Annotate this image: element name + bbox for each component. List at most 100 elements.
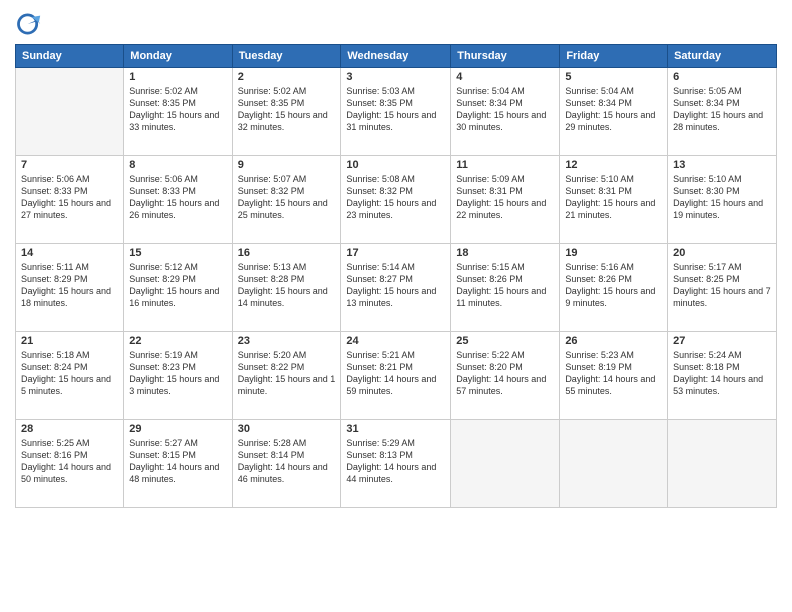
calendar-day-cell: 4 Sunrise: 5:04 AMSunset: 8:34 PMDaylight… xyxy=(451,68,560,156)
day-number: 10 xyxy=(346,159,445,171)
day-info: Sunrise: 5:23 AMSunset: 8:19 PMDaylight:… xyxy=(565,349,662,398)
day-info: Sunrise: 5:05 AMSunset: 8:34 PMDaylight:… xyxy=(673,85,771,134)
day-info: Sunrise: 5:08 AMSunset: 8:32 PMDaylight:… xyxy=(346,173,445,222)
day-number: 13 xyxy=(673,159,771,171)
calendar-day-cell xyxy=(668,420,777,508)
calendar-day-cell: 20 Sunrise: 5:17 AMSunset: 8:25 PMDayligh… xyxy=(668,244,777,332)
day-number: 16 xyxy=(238,247,336,259)
page: SundayMondayTuesdayWednesdayThursdayFrid… xyxy=(0,0,792,612)
day-number: 21 xyxy=(21,335,118,347)
day-number: 7 xyxy=(21,159,118,171)
day-info: Sunrise: 5:13 AMSunset: 8:28 PMDaylight:… xyxy=(238,261,336,310)
day-info: Sunrise: 5:06 AMSunset: 8:33 PMDaylight:… xyxy=(21,173,118,222)
calendar-day-cell xyxy=(451,420,560,508)
weekday-header: Friday xyxy=(560,45,668,68)
calendar-week-row: 21 Sunrise: 5:18 AMSunset: 8:24 PMDayligh… xyxy=(16,332,777,420)
day-info: Sunrise: 5:02 AMSunset: 8:35 PMDaylight:… xyxy=(238,85,336,134)
day-info: Sunrise: 5:21 AMSunset: 8:21 PMDaylight:… xyxy=(346,349,445,398)
day-info: Sunrise: 5:14 AMSunset: 8:27 PMDaylight:… xyxy=(346,261,445,310)
day-info: Sunrise: 5:27 AMSunset: 8:15 PMDaylight:… xyxy=(129,437,226,486)
calendar-week-row: 28Sunrise: 5:25 AMSunset: 8:16 PMDayligh… xyxy=(16,420,777,508)
day-info: Sunrise: 5:12 AMSunset: 8:29 PMDaylight:… xyxy=(129,261,226,310)
day-number: 29 xyxy=(129,423,226,435)
day-info: Sunrise: 5:02 AMSunset: 8:35 PMDaylight:… xyxy=(129,85,226,134)
day-number: 1 xyxy=(129,71,226,83)
day-info: Sunrise: 5:22 AMSunset: 8:20 PMDaylight:… xyxy=(456,349,554,398)
calendar-day-cell: 18Sunrise: 5:15 AMSunset: 8:26 PMDayligh… xyxy=(451,244,560,332)
day-number: 17 xyxy=(346,247,445,259)
day-number: 14 xyxy=(21,247,118,259)
calendar-day-cell: 29 Sunrise: 5:27 AMSunset: 8:15 PMDayligh… xyxy=(124,420,232,508)
day-number: 23 xyxy=(238,335,336,347)
calendar-day-cell: 7 Sunrise: 5:06 AMSunset: 8:33 PMDaylight… xyxy=(16,156,124,244)
calendar-day-cell: 19 Sunrise: 5:16 AMSunset: 8:26 PMDayligh… xyxy=(560,244,668,332)
calendar-day-cell: 21 Sunrise: 5:18 AMSunset: 8:24 PMDayligh… xyxy=(16,332,124,420)
day-number: 6 xyxy=(673,71,771,83)
calendar-day-cell: 23 Sunrise: 5:20 AMSunset: 8:22 PMDayligh… xyxy=(232,332,341,420)
calendar-day-cell: 15 Sunrise: 5:12 AMSunset: 8:29 PMDayligh… xyxy=(124,244,232,332)
day-number: 25 xyxy=(456,335,554,347)
day-number: 12 xyxy=(565,159,662,171)
day-info: Sunrise: 5:16 AMSunset: 8:26 PMDaylight:… xyxy=(565,261,662,310)
day-info: Sunrise: 5:25 AMSunset: 8:16 PMDaylight:… xyxy=(21,437,118,486)
calendar-day-cell: 12Sunrise: 5:10 AMSunset: 8:31 PMDayligh… xyxy=(560,156,668,244)
day-number: 27 xyxy=(673,335,771,347)
calendar-day-cell: 24 Sunrise: 5:21 AMSunset: 8:21 PMDayligh… xyxy=(341,332,451,420)
day-number: 30 xyxy=(238,423,336,435)
day-info: Sunrise: 5:06 AMSunset: 8:33 PMDaylight:… xyxy=(129,173,226,222)
calendar-day-cell: 9 Sunrise: 5:07 AMSunset: 8:32 PMDaylight… xyxy=(232,156,341,244)
calendar-day-cell: 26 Sunrise: 5:23 AMSunset: 8:19 PMDayligh… xyxy=(560,332,668,420)
day-number: 8 xyxy=(129,159,226,171)
calendar-day-cell: 30Sunrise: 5:28 AMSunset: 8:14 PMDayligh… xyxy=(232,420,341,508)
calendar-day-cell: 27Sunrise: 5:24 AMSunset: 8:18 PMDayligh… xyxy=(668,332,777,420)
day-info: Sunrise: 5:03 AMSunset: 8:35 PMDaylight:… xyxy=(346,85,445,134)
calendar-day-cell xyxy=(16,68,124,156)
calendar-day-cell: 1 Sunrise: 5:02 AMSunset: 8:35 PMDaylight… xyxy=(124,68,232,156)
calendar-day-cell: 8 Sunrise: 5:06 AMSunset: 8:33 PMDaylight… xyxy=(124,156,232,244)
calendar-day-cell: 31 Sunrise: 5:29 AMSunset: 8:13 PMDayligh… xyxy=(341,420,451,508)
calendar-day-cell: 17 Sunrise: 5:14 AMSunset: 8:27 PMDayligh… xyxy=(341,244,451,332)
header xyxy=(15,10,777,38)
calendar-day-cell: 14Sunrise: 5:11 AMSunset: 8:29 PMDayligh… xyxy=(16,244,124,332)
calendar-week-row: 7 Sunrise: 5:06 AMSunset: 8:33 PMDaylight… xyxy=(16,156,777,244)
calendar-day-cell: 5 Sunrise: 5:04 AMSunset: 8:34 PMDaylight… xyxy=(560,68,668,156)
day-number: 31 xyxy=(346,423,445,435)
day-info: Sunrise: 5:19 AMSunset: 8:23 PMDaylight:… xyxy=(129,349,226,398)
day-info: Sunrise: 5:17 AMSunset: 8:25 PMDaylight:… xyxy=(673,261,771,310)
logo xyxy=(15,10,47,38)
day-number: 20 xyxy=(673,247,771,259)
weekday-header: Saturday xyxy=(668,45,777,68)
weekday-header: Thursday xyxy=(451,45,560,68)
day-number: 22 xyxy=(129,335,226,347)
weekday-header: Tuesday xyxy=(232,45,341,68)
calendar: SundayMondayTuesdayWednesdayThursdayFrid… xyxy=(15,44,777,508)
day-info: Sunrise: 5:04 AMSunset: 8:34 PMDaylight:… xyxy=(456,85,554,134)
day-info: Sunrise: 5:07 AMSunset: 8:32 PMDaylight:… xyxy=(238,173,336,222)
day-info: Sunrise: 5:04 AMSunset: 8:34 PMDaylight:… xyxy=(565,85,662,134)
weekday-header: Monday xyxy=(124,45,232,68)
day-number: 5 xyxy=(565,71,662,83)
calendar-day-cell xyxy=(560,420,668,508)
day-number: 9 xyxy=(238,159,336,171)
day-info: Sunrise: 5:20 AMSunset: 8:22 PMDaylight:… xyxy=(238,349,336,398)
calendar-week-row: 1 Sunrise: 5:02 AMSunset: 8:35 PMDaylight… xyxy=(16,68,777,156)
day-info: Sunrise: 5:10 AMSunset: 8:30 PMDaylight:… xyxy=(673,173,771,222)
calendar-day-cell: 3Sunrise: 5:03 AMSunset: 8:35 PMDaylight… xyxy=(341,68,451,156)
calendar-body: 1 Sunrise: 5:02 AMSunset: 8:35 PMDaylight… xyxy=(16,68,777,508)
day-number: 11 xyxy=(456,159,554,171)
day-number: 4 xyxy=(456,71,554,83)
day-number: 26 xyxy=(565,335,662,347)
day-number: 15 xyxy=(129,247,226,259)
calendar-header: SundayMondayTuesdayWednesdayThursdayFrid… xyxy=(16,45,777,68)
calendar-day-cell: 11Sunrise: 5:09 AMSunset: 8:31 PMDayligh… xyxy=(451,156,560,244)
calendar-day-cell: 2 Sunrise: 5:02 AMSunset: 8:35 PMDaylight… xyxy=(232,68,341,156)
day-info: Sunrise: 5:15 AMSunset: 8:26 PMDaylight:… xyxy=(456,261,554,310)
calendar-day-cell: 28Sunrise: 5:25 AMSunset: 8:16 PMDayligh… xyxy=(16,420,124,508)
day-number: 24 xyxy=(346,335,445,347)
day-number: 19 xyxy=(565,247,662,259)
day-number: 2 xyxy=(238,71,336,83)
weekday-header: Sunday xyxy=(16,45,124,68)
day-info: Sunrise: 5:29 AMSunset: 8:13 PMDaylight:… xyxy=(346,437,445,486)
calendar-day-cell: 6 Sunrise: 5:05 AMSunset: 8:34 PMDaylight… xyxy=(668,68,777,156)
day-info: Sunrise: 5:18 AMSunset: 8:24 PMDaylight:… xyxy=(21,349,118,398)
